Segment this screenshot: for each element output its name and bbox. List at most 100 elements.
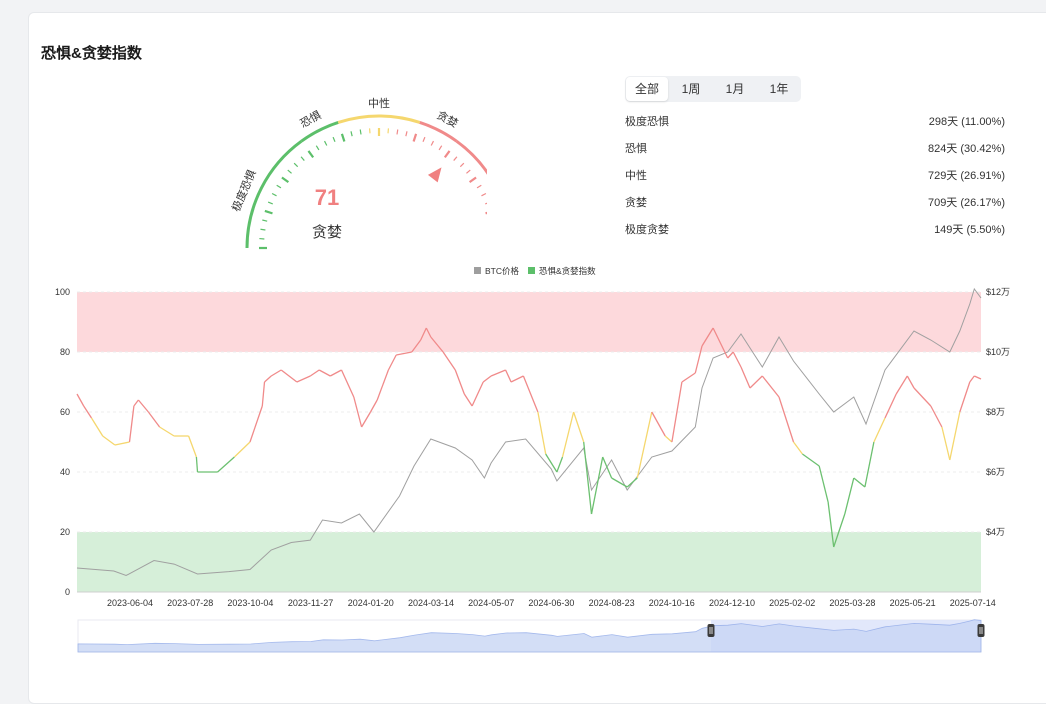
fear-greed-line-segment xyxy=(682,373,695,382)
fear-greed-line-segment xyxy=(733,352,741,367)
fear-greed-line-segment xyxy=(371,400,378,412)
range-slider-end-handle[interactable] xyxy=(978,624,985,637)
right-tick-label: $6万 xyxy=(986,467,1005,477)
legend-label: 恐惧&贪婪指数 xyxy=(539,266,596,276)
fear-greed-line-segment xyxy=(802,454,819,466)
x-tick-label: 2024-05-07 xyxy=(468,598,514,608)
fear-greed-line-segment xyxy=(362,412,371,427)
fear-greed-line-segment xyxy=(148,412,159,427)
right-tick-label: $4万 xyxy=(986,527,1005,537)
x-tick-label: 2024-08-23 xyxy=(589,598,635,608)
fear-greed-line-segment xyxy=(779,397,794,442)
legend-swatch xyxy=(474,267,481,274)
fear-greed-line-segment xyxy=(103,436,115,445)
left-tick-label: 20 xyxy=(60,527,70,537)
fear-greed-line-segment xyxy=(557,457,563,472)
x-tick-label: 2025-02-02 xyxy=(769,598,815,608)
fear-greed-line-segment xyxy=(942,427,950,460)
fear-greed-line-segment xyxy=(297,376,310,382)
fear-greed-line-segment xyxy=(584,442,592,514)
fear-greed-line-segment xyxy=(342,370,354,397)
range-slider-start-handle[interactable] xyxy=(708,624,715,637)
fear-greed-line-segment xyxy=(330,370,341,376)
fear-greed-line-segment xyxy=(865,442,874,487)
fear-greed-line-segment xyxy=(974,376,981,379)
left-tick-label: 0 xyxy=(65,587,70,597)
legend-label: BTC价格 xyxy=(485,266,520,276)
fear-greed-line-segment xyxy=(377,370,388,400)
fear-greed-line-segment xyxy=(250,406,262,442)
x-tick-label: 2023-07-28 xyxy=(167,598,213,608)
left-tick-label: 80 xyxy=(60,347,70,357)
fear-greed-line-segment xyxy=(845,478,854,514)
left-tick-label: 40 xyxy=(60,467,70,477)
handle-grip xyxy=(978,624,985,637)
fear-greed-line-segment xyxy=(319,370,330,376)
fear-greed-line-segment xyxy=(574,412,584,442)
right-tick-label: $10万 xyxy=(986,347,1010,357)
fear-greed-line-segment xyxy=(970,376,975,382)
fear-greed-line-segment xyxy=(914,388,931,406)
fear-greed-line-segment xyxy=(950,412,960,460)
x-tick-label: 2024-01-20 xyxy=(348,598,394,608)
fear-greed-line-segment xyxy=(741,367,750,388)
fear-greed-line-segment xyxy=(612,478,628,487)
fear-greed-line-segment xyxy=(265,376,272,382)
fear-greed-line-segment xyxy=(472,382,483,406)
right-tick-label: $12万 xyxy=(986,287,1010,297)
x-tick-label: 2025-05-21 xyxy=(890,598,936,608)
fear-greed-line-segment xyxy=(310,370,319,376)
x-tick-label: 2024-12-10 xyxy=(709,598,755,608)
handle-grip xyxy=(708,624,715,637)
fear-greed-line-segment xyxy=(750,376,762,388)
fear-greed-line-segment xyxy=(92,418,103,436)
x-tick-label: 2023-11-27 xyxy=(288,598,333,608)
fear-greed-line-segment xyxy=(563,412,574,457)
fear-greed-line-segment xyxy=(637,412,652,478)
fear-greed-line-segment xyxy=(189,436,197,457)
fear-greed-line-segment xyxy=(523,376,538,412)
fear-greed-line-segment xyxy=(511,376,523,382)
fear-greed-line-segment xyxy=(819,466,828,502)
fear-greed-line-segment xyxy=(728,352,734,358)
fear-greed-line-segment xyxy=(455,370,464,394)
fear-greed-line-segment xyxy=(627,478,637,487)
fear-greed-line-segment xyxy=(854,478,865,487)
fear-greed-line-segment xyxy=(77,394,84,406)
fear-greed-line-segment xyxy=(931,406,942,427)
fear-greed-line-segment xyxy=(196,457,197,472)
fear-greed-line-segment xyxy=(506,370,512,382)
fear-greed-line-segment xyxy=(115,442,130,445)
extreme-greed-band xyxy=(77,292,981,352)
fear-greed-chart: 020406080100$4万$6万$8万$10万$12万2023-06-042… xyxy=(0,0,1046,681)
fear-greed-line-segment xyxy=(218,457,235,472)
fear-greed-line-segment xyxy=(491,370,506,376)
fear-greed-line-segment xyxy=(538,412,546,454)
fear-greed-line-segment xyxy=(271,370,281,376)
fear-greed-line-segment xyxy=(592,457,603,514)
x-tick-label: 2025-07-14 xyxy=(950,598,996,608)
fear-greed-line-segment xyxy=(262,382,264,406)
right-tick-label: $8万 xyxy=(986,407,1005,417)
fear-greed-line-segment xyxy=(885,394,896,418)
fear-greed-line-segment xyxy=(483,376,491,382)
fear-greed-line-segment xyxy=(794,442,803,454)
fear-greed-line-segment xyxy=(134,400,139,406)
x-tick-label: 2024-10-16 xyxy=(649,598,695,608)
fear-greed-line-segment xyxy=(874,418,885,442)
fear-greed-line-segment xyxy=(603,457,612,478)
left-tick-label: 100 xyxy=(55,287,70,297)
fear-greed-line-segment xyxy=(464,394,472,406)
fear-greed-line-segment xyxy=(762,376,779,397)
extreme-fear-band xyxy=(77,532,981,592)
fear-greed-line-segment xyxy=(665,436,672,442)
fear-greed-line-segment xyxy=(234,442,250,457)
x-tick-label: 2024-06-30 xyxy=(528,598,574,608)
fear-greed-line-segment xyxy=(443,352,455,370)
x-tick-label: 2025-03-28 xyxy=(829,598,875,608)
fear-greed-line-segment xyxy=(907,376,914,388)
fear-greed-line-segment xyxy=(388,355,396,370)
x-tick-label: 2024-03-14 xyxy=(408,598,454,608)
left-tick-label: 60 xyxy=(60,407,70,417)
fear-greed-line-segment xyxy=(281,370,297,382)
